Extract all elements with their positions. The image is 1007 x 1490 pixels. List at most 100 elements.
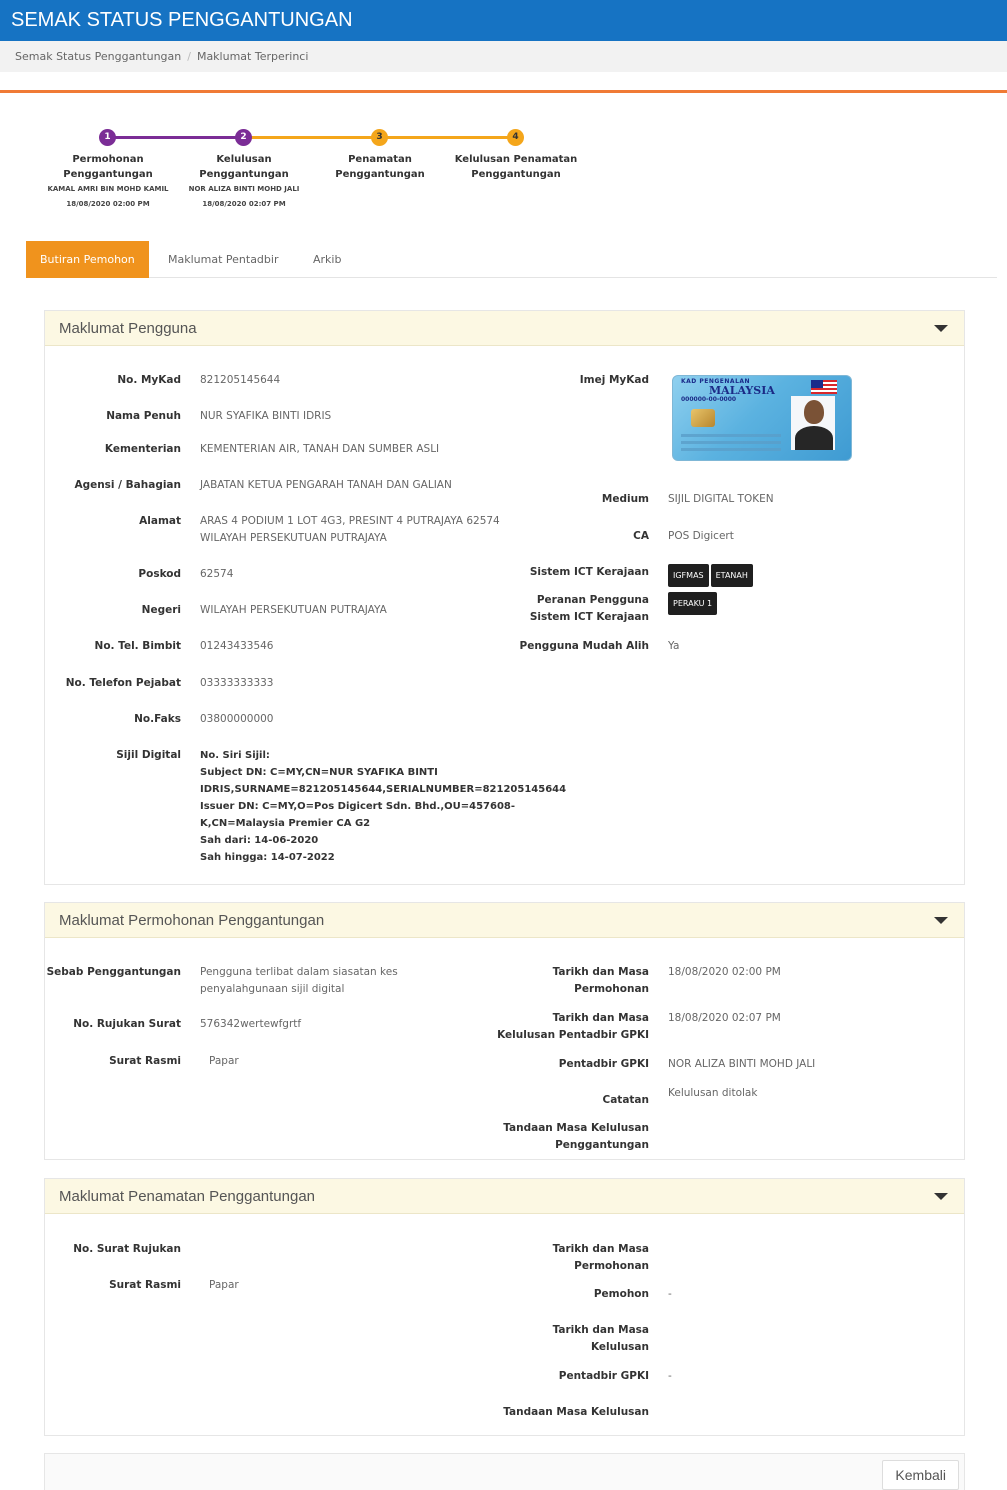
step-3-dot: 3 [371, 129, 388, 146]
progress-stepper: 1 2 3 4 Permohonan Penggantungan KAMAL A… [40, 126, 600, 216]
value-ca: POS Digicert [668, 530, 734, 542]
kembali-button[interactable]: Kembali [882, 1460, 959, 1490]
value-tarikh-permohonan: 18/08/2020 02:00 PM [668, 966, 781, 978]
label-rujukan: No. Rujukan Surat [73, 1018, 181, 1030]
label-pentadbir: Pentadbir GPKI [558, 1370, 649, 1382]
value-sebab: Pengguna terlibat dalam siasatan kes pen… [200, 966, 398, 995]
mykad-image: KAD PENGENALAN MALAYSIA 000000-00-0000 [672, 375, 852, 461]
breadcrumb-current: Maklumat Terperinci [196, 50, 309, 63]
value-pentadbir: NOR ALIZA BINTI MOHD JALI [668, 1058, 816, 1070]
value-faks: 03800000000 [200, 713, 274, 725]
tab-maklumat-pentadbir[interactable]: Maklumat Pentadbir [168, 241, 278, 278]
label-tarikh-kelulusan: Tarikh dan Masa Kelulusan Pentadbir GPKI [497, 1012, 649, 1041]
label-mudah-alih: Pengguna Mudah Alih [519, 640, 649, 652]
value-tel-bimbit: 01243433546 [200, 640, 274, 652]
badge-etanah: ETANAH [710, 564, 753, 587]
label-imej-mykad: Imej MyKad [579, 374, 649, 386]
value-pentadbir: - [668, 1370, 672, 1382]
label-sebab: Sebab Penggantungan [46, 966, 181, 978]
papar-link[interactable]: Papar [200, 1277, 239, 1294]
label-alamat: Alamat [139, 515, 181, 527]
label-kementerian: Kementerian [104, 443, 181, 455]
value-nama: NUR SYAFIKA BINTI IDRIS [200, 410, 332, 422]
chip-icon [691, 409, 715, 427]
label-tarikh-permohonan: Tarikh dan Masa Permohonan [552, 1243, 649, 1272]
label-tel-pejabat: No. Telefon Pejabat [65, 677, 181, 689]
label-surat-rasmi: Surat Rasmi [109, 1279, 181, 1291]
breadcrumb-link[interactable]: Semak Status Penggantungan [15, 50, 181, 63]
value-tarikh-kelulusan: 18/08/2020 02:07 PM [668, 1012, 781, 1024]
label-tarikh-kelulusan: Tarikh dan Masa Kelulusan [552, 1324, 649, 1353]
card-number-text: 000000-00-0000 [681, 396, 737, 403]
label-poskod: Poskod [138, 568, 181, 580]
sistem-ict-badges: IGFMAS ETANAH [668, 564, 755, 587]
label-surat-rujukan: No. Surat Rujukan [73, 1243, 181, 1255]
label-pemohon: Pemohon [593, 1288, 649, 1300]
label-medium: Medium [601, 493, 649, 505]
label-sijil-digital: Sijil Digital [116, 749, 181, 761]
step-3-label: Penamatan Penggantungan [335, 154, 425, 180]
panel-title: Maklumat Permohonan Penggantungan [59, 912, 325, 929]
value-kementerian: KEMENTERIAN AIR, TANAH DAN SUMBER ASLI [200, 443, 440, 455]
label-tandaan: Tandaan Masa Kelulusan Penggantungan [503, 1122, 649, 1151]
page-title: SEMAK STATUS PENGGANTUNGAN [11, 9, 353, 31]
value-sijil-digital: No. Siri Sijil: Subject DN: C=MY,CN=NUR … [200, 750, 567, 863]
label-pentadbir: Pentadbir GPKI [558, 1058, 649, 1070]
card-text-lines [681, 434, 781, 454]
step-4-label: Kelulusan Penamatan Penggantungan [454, 154, 578, 180]
papar-link[interactable]: Papar [200, 1053, 239, 1070]
label-ca: CA [633, 530, 649, 542]
label-tarikh-permohonan: Tarikh dan Masa Permohonan [552, 966, 649, 995]
photo-head [804, 400, 824, 424]
caret-down-icon[interactable] [934, 917, 948, 924]
peranan-badges: PERAKU 1 [668, 592, 719, 615]
panel-maklumat-pengguna: Maklumat Pengguna No. MyKad 821205145644… [44, 310, 965, 885]
label-tel-bimbit: No. Tel. Bimbit [94, 640, 181, 652]
label-faks: No.Faks [134, 713, 181, 725]
panel-title: Maklumat Pengguna [59, 320, 197, 337]
label-tandaan: Tandaan Masa Kelulusan [503, 1406, 649, 1418]
tab-butiran-pemohon[interactable]: Butiran Pemohon [26, 241, 149, 278]
value-medium: SIJIL DIGITAL TOKEN [668, 493, 774, 505]
value-catatan: Kelulusan ditolak [668, 1087, 758, 1099]
divider [0, 90, 1007, 93]
label-peranan: Peranan Pengguna Sistem ICT Kerajaan [529, 594, 649, 623]
value-alamat: ARAS 4 PODIUM 1 LOT 4G3, PRESINT 4 PUTRA… [200, 515, 500, 544]
value-agensi: JABATAN KETUA PENGARAH TANAH DAN GALIAN [200, 479, 452, 491]
step-4-dot: 4 [507, 129, 524, 146]
photo-torso [795, 426, 833, 450]
label-sistem-ict: Sistem ICT Kerajaan [529, 566, 649, 578]
label-agensi: Agensi / Bahagian [74, 479, 181, 491]
label-mykad: No. MyKad [117, 374, 181, 386]
step-1-label: Permohonan Penggantungan KAMAL AMRI BIN … [47, 154, 169, 208]
badge-peraku: PERAKU 1 [668, 592, 718, 615]
label-catatan: Catatan [602, 1094, 649, 1106]
tab-bar: Butiran Pemohon Maklumat Pentadbir Arkib [26, 241, 997, 278]
panel-header[interactable]: Maklumat Pengguna [45, 311, 964, 346]
value-negeri: WILAYAH PERSEKUTUAN PUTRAJAYA [200, 604, 387, 616]
caret-down-icon[interactable] [934, 1193, 948, 1200]
badge-igfmas: IGFMAS [668, 564, 709, 587]
value-poskod: 62574 [200, 568, 234, 580]
panel-header[interactable]: Maklumat Penamatan Penggantungan [45, 1179, 964, 1214]
panel-maklumat-permohonan: Maklumat Permohonan Penggantungan Sebab … [44, 902, 965, 1160]
breadcrumb: Semak Status Penggantungan / Maklumat Terp… [0, 41, 1007, 72]
label-surat-rasmi: Surat Rasmi [109, 1055, 181, 1067]
action-bar: Kembali [44, 1453, 965, 1490]
panel-maklumat-penamatan: Maklumat Penamatan Penggantungan No. Sur… [44, 1178, 965, 1436]
label-nama: Nama Penuh [106, 410, 181, 422]
value-mudah-alih: Ya [668, 640, 680, 652]
label-negeri: Negeri [141, 604, 181, 616]
step-1-dot: 1 [99, 129, 116, 146]
tab-arkib[interactable]: Arkib [313, 241, 341, 278]
value-rujukan: 576342wertewfgrtf [200, 1018, 302, 1030]
breadcrumb-separator: / [187, 50, 191, 63]
value-tel-pejabat: 03333333333 [200, 677, 274, 689]
page-header: SEMAK STATUS PENGGANTUNGAN [0, 0, 1007, 41]
panel-header[interactable]: Maklumat Permohonan Penggantungan [45, 903, 964, 938]
step-2-dot: 2 [235, 129, 252, 146]
caret-down-icon[interactable] [934, 325, 948, 332]
flag-icon [811, 380, 837, 394]
panel-title: Maklumat Penamatan Penggantungan [59, 1188, 316, 1205]
value-pemohon: - [668, 1288, 672, 1300]
